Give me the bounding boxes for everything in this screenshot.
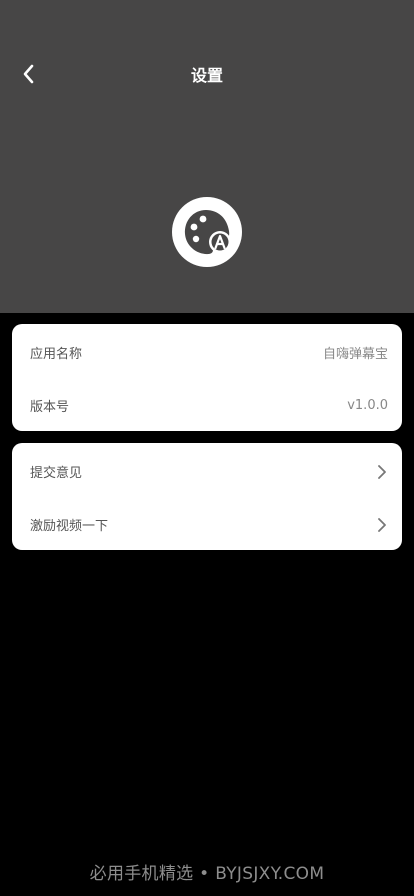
- chevron-right-icon: [376, 517, 388, 533]
- submit-feedback-row[interactable]: 提交意见: [12, 445, 402, 498]
- reward-video-row[interactable]: 激励视频一下: [12, 498, 402, 551]
- settings-header: 设置: [0, 0, 414, 313]
- actions-card: 提交意见 激励视频一下: [12, 443, 402, 550]
- version-row: 版本号 v1.0.0: [12, 379, 402, 432]
- version-label: 版本号: [30, 400, 70, 415]
- page-title: 设置: [190, 66, 223, 85]
- app-info-card: 应用名称 自嗨弹幕宝 版本号 v1.0.0: [12, 324, 402, 431]
- app-name-row: 应用名称 自嗨弹幕宝: [12, 326, 402, 379]
- submit-feedback-label: 提交意见: [30, 466, 83, 481]
- settings-page: 设置 应用名称 自嗨弹幕宝 版本号 v1.0.0 提交意见 激励视频一下 必用手…: [0, 0, 414, 896]
- app-name-value: 自嗨弹幕宝: [322, 347, 388, 362]
- app-name-label: 应用名称: [30, 347, 83, 362]
- reward-video-label: 激励视频一下: [30, 519, 109, 534]
- watermark-text: 必用手机精选 • BYJSJXY.COM: [89, 864, 325, 884]
- palette-with-letter-a-icon: [172, 197, 242, 267]
- chevron-right-icon: [376, 464, 388, 480]
- version-value: v1.0.0: [347, 398, 388, 413]
